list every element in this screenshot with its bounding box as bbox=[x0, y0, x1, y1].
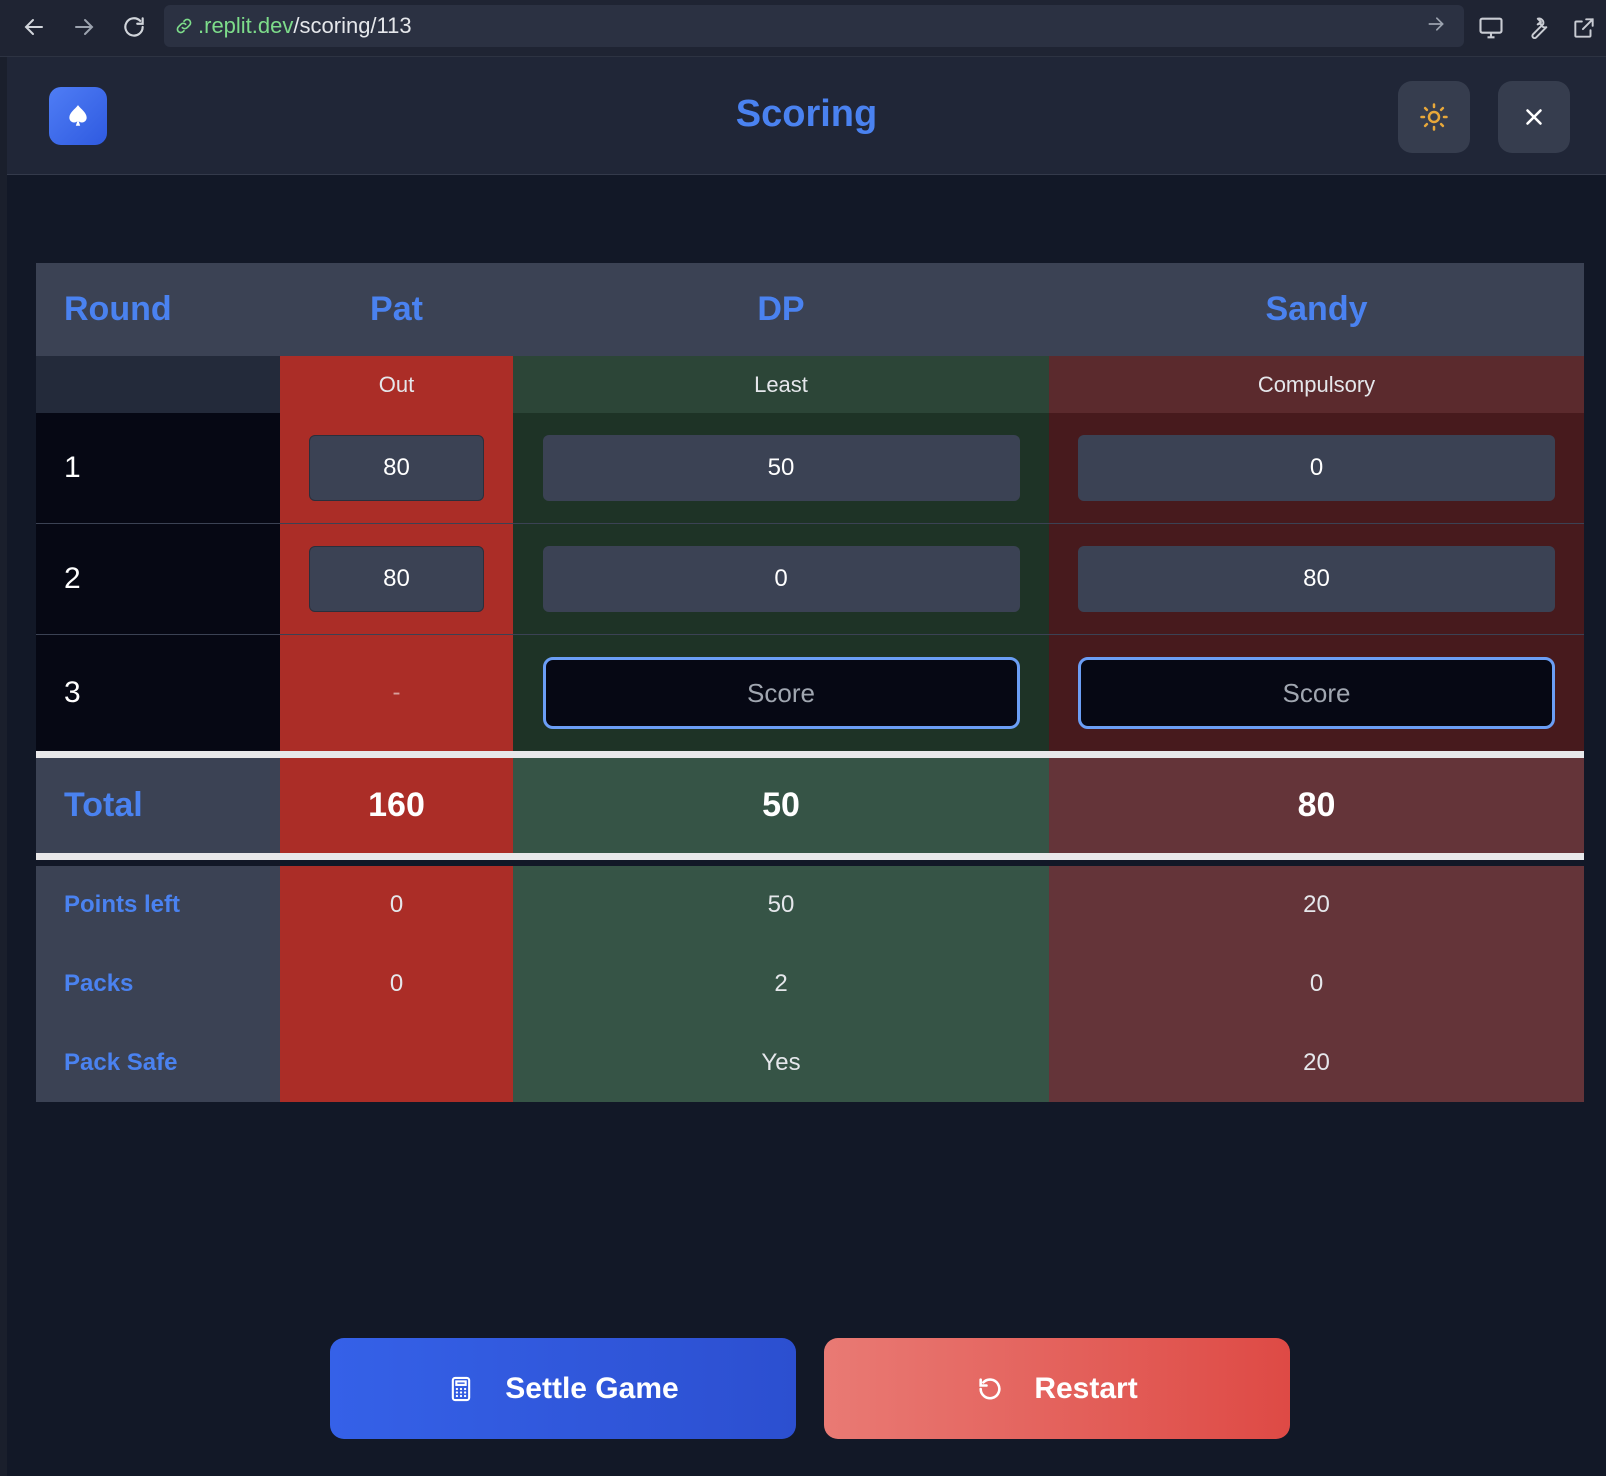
score-field-pat[interactable]: 80 bbox=[309, 435, 484, 501]
score-cell: 0 bbox=[513, 524, 1049, 634]
stat-value-sandy: 20 bbox=[1049, 1023, 1584, 1102]
score-cell bbox=[513, 635, 1049, 751]
no-score-dash: - bbox=[392, 679, 401, 706]
score-cell bbox=[1049, 635, 1584, 751]
devices-button[interactable] bbox=[1473, 10, 1509, 46]
stat-value-dp: 2 bbox=[513, 944, 1049, 1023]
link-icon bbox=[176, 18, 192, 34]
stat-label: Pack Safe bbox=[36, 1023, 280, 1102]
score-cell: 80 bbox=[1049, 524, 1584, 634]
round-row-3: 3 - bbox=[36, 635, 1584, 751]
header-player-dp: DP bbox=[757, 290, 805, 328]
header-player-sandy: Sandy bbox=[1265, 290, 1368, 328]
score-cell: 50 bbox=[513, 413, 1049, 523]
score-field-dp[interactable]: 0 bbox=[542, 546, 1020, 612]
round-number: 3 bbox=[36, 635, 280, 751]
score-cell: 80 bbox=[280, 413, 513, 523]
stat-value-pat: 0 bbox=[280, 944, 513, 1023]
score-field-dp[interactable]: 50 bbox=[542, 435, 1020, 501]
stat-value-pat bbox=[280, 1023, 513, 1102]
restart-button[interactable]: Restart bbox=[824, 1338, 1290, 1439]
stat-label: Packs bbox=[36, 944, 280, 1023]
score-cell: - bbox=[280, 635, 513, 751]
back-button[interactable] bbox=[16, 9, 52, 45]
round-row-2: 2 80 0 80 bbox=[36, 524, 1584, 635]
window-edge bbox=[0, 57, 7, 1476]
total-pat: 160 bbox=[280, 758, 513, 853]
close-button[interactable] bbox=[1498, 81, 1570, 153]
external-link-icon bbox=[1574, 18, 1594, 38]
total-sandy: 80 bbox=[1049, 758, 1584, 853]
close-icon bbox=[1526, 109, 1542, 125]
stat-label: Points left bbox=[36, 866, 280, 944]
stat-value-pat: 0 bbox=[280, 866, 513, 944]
divider bbox=[36, 751, 1584, 758]
theme-toggle-button[interactable] bbox=[1398, 81, 1470, 153]
settle-game-label: Settle Game bbox=[505, 1371, 679, 1405]
rotate-ccw-icon bbox=[976, 1375, 1004, 1403]
divider bbox=[36, 853, 1584, 860]
status-sandy: Compulsory bbox=[1049, 356, 1584, 413]
total-label: Total bbox=[36, 758, 280, 853]
go-button[interactable] bbox=[1426, 14, 1446, 40]
score-input-sandy[interactable] bbox=[1078, 657, 1555, 729]
restart-label: Restart bbox=[1034, 1371, 1138, 1405]
pack-safe-row: Pack Safe Yes 20 bbox=[36, 1023, 1584, 1102]
stat-value-dp: 50 bbox=[513, 866, 1049, 944]
score-table: Round Pat DP Sandy Out Least Compulsory … bbox=[36, 263, 1584, 1102]
score-input-dp[interactable] bbox=[542, 657, 1020, 729]
score-cell: 0 bbox=[1049, 413, 1584, 523]
devtools-button[interactable] bbox=[1520, 10, 1556, 46]
calculator-icon bbox=[447, 1375, 475, 1403]
reload-icon bbox=[124, 17, 144, 37]
header-round: Round bbox=[64, 290, 172, 328]
round-row-1: 1 80 50 0 bbox=[36, 413, 1584, 524]
sun-icon bbox=[1420, 103, 1448, 131]
open-new-tab-button[interactable] bbox=[1566, 10, 1602, 46]
total-row: Total 160 50 80 bbox=[36, 758, 1584, 853]
points-left-row: Points left 0 50 20 bbox=[36, 860, 1584, 944]
round-number: 2 bbox=[36, 524, 280, 634]
status-pat: Out bbox=[280, 356, 513, 413]
score-field-sandy[interactable]: 80 bbox=[1078, 546, 1555, 612]
arrow-left-icon bbox=[24, 19, 43, 35]
browser-toolbar: .replit.dev/scoring/113 bbox=[0, 0, 1606, 57]
table-header-row: Round Pat DP Sandy bbox=[36, 263, 1584, 356]
total-dp: 50 bbox=[513, 758, 1049, 853]
score-field-pat[interactable]: 80 bbox=[309, 546, 484, 612]
url-domain: .replit.dev bbox=[198, 13, 294, 38]
round-number: 1 bbox=[36, 413, 280, 523]
reload-button[interactable] bbox=[116, 9, 152, 45]
status-row: Out Least Compulsory bbox=[36, 356, 1584, 413]
arrow-right-icon bbox=[1428, 17, 1444, 31]
status-empty bbox=[36, 356, 280, 413]
address-bar[interactable]: .replit.dev/scoring/113 bbox=[164, 5, 1464, 47]
status-dp: Least bbox=[513, 356, 1049, 413]
arrow-right-icon bbox=[75, 19, 94, 35]
monitor-icon bbox=[1479, 17, 1503, 39]
settle-game-button[interactable]: Settle Game bbox=[330, 1338, 796, 1439]
stat-value-sandy: 0 bbox=[1049, 944, 1584, 1023]
stat-value-dp: Yes bbox=[513, 1023, 1049, 1102]
score-cell: 80 bbox=[280, 524, 513, 634]
header-player-pat: Pat bbox=[370, 290, 423, 328]
packs-row: Packs 0 2 0 bbox=[36, 944, 1584, 1023]
score-field-sandy[interactable]: 0 bbox=[1078, 435, 1555, 501]
forward-button[interactable] bbox=[66, 9, 102, 45]
wrench-icon bbox=[1531, 17, 1548, 39]
app-header: Scoring bbox=[7, 57, 1606, 175]
stat-value-sandy: 20 bbox=[1049, 866, 1584, 944]
url-path: /scoring/113 bbox=[293, 13, 412, 38]
page-title: Scoring bbox=[735, 93, 878, 135]
